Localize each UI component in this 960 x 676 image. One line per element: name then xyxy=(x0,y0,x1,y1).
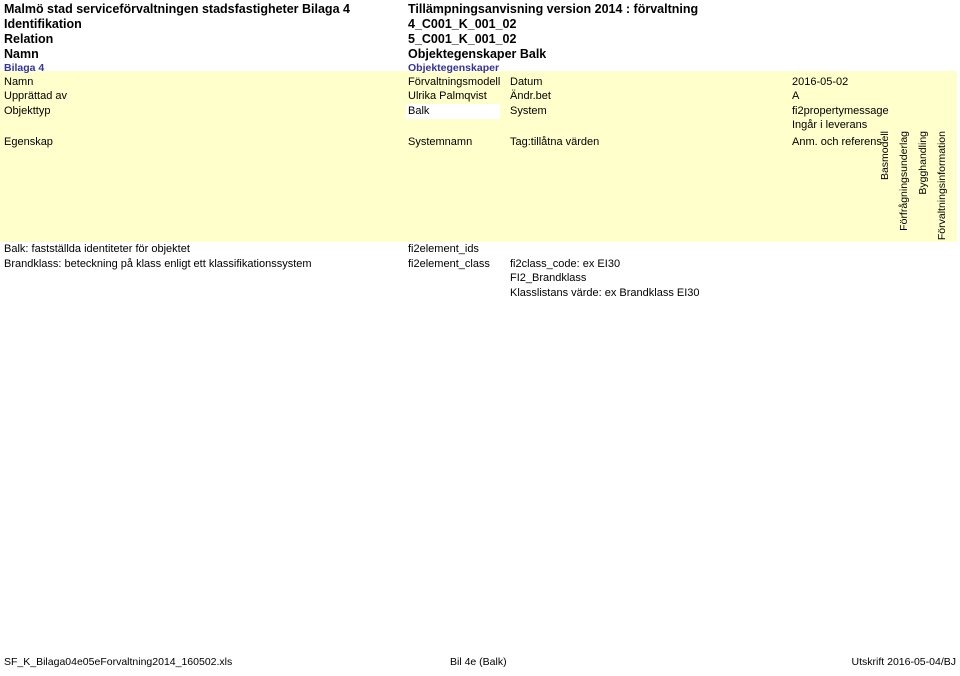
vertical-header-forfragningsunderlag: Förfrågningsunderlag xyxy=(898,131,910,231)
table-row: fi2element_class xyxy=(408,258,490,270)
subtitle-bilaga: Bilaga 4 xyxy=(4,62,45,74)
meta-label-objekttyp: Objekttyp xyxy=(4,105,51,117)
column-header-systemnamn: Systemnamn xyxy=(408,136,473,148)
meta-label-system: System xyxy=(510,105,547,117)
column-header-tag: Tag:tillåtna värden xyxy=(510,136,600,148)
meta-value-objekttyp[interactable]: Balk xyxy=(408,105,429,118)
table-row: fi2element_ids xyxy=(408,243,479,255)
footer-filename: SF_K_Bilaga04e05eForvaltning2014_160502.… xyxy=(4,656,233,668)
value-relation: 5_C001_K_001_02 xyxy=(408,32,517,46)
label-relation: Relation xyxy=(4,32,54,46)
value-namn: Objektegenskaper Balk xyxy=(408,47,547,61)
page-footer: SF_K_Bilaga04e05eForvaltning2014_160502.… xyxy=(0,656,960,672)
meta-label-datum: Datum xyxy=(510,76,543,88)
label-namn: Namn xyxy=(4,47,39,61)
meta-value-upprattad-av: Ulrika Palmqvist xyxy=(408,90,487,102)
column-header-anm: Anm. och referens xyxy=(792,136,882,148)
table-row: Klasslistans värde: ex Brandklass EI30 xyxy=(510,287,700,299)
page-title: Malmö stad serviceförvaltningen stadsfas… xyxy=(4,2,350,16)
meta-label-andr-bet: Ändr.bet xyxy=(510,90,551,102)
table-row: Balk: fastställda identiteter för objekt… xyxy=(4,243,190,255)
meta-label-namn: Namn xyxy=(4,76,34,88)
document-subject: Tillämpningsanvisning version 2014 : för… xyxy=(408,2,699,16)
table-row: Brandklass: beteckning på klass enligt e… xyxy=(4,258,312,270)
label-identifikation: Identifikation xyxy=(4,17,82,31)
table-row: FI2_Brandklass xyxy=(510,272,587,284)
meta-value-namn: Förvaltningsmodell xyxy=(408,76,501,88)
vertical-header-bygghandling: Bygghandling xyxy=(917,131,929,195)
header-fill-right xyxy=(404,71,957,242)
vertical-header-forvaltningsinformation: Förvaltningsinformation xyxy=(936,131,948,241)
meta-value-andr-bet: A xyxy=(792,90,800,102)
value-identifikation: 4_C001_K_001_02 xyxy=(408,17,517,31)
meta-value-system: fi2propertymessage xyxy=(792,105,889,117)
footer-printinfo: Utskrift 2016-05-04/BJ xyxy=(851,656,956,668)
meta-label-upprattad-av: Upprättad av xyxy=(4,90,67,102)
subtitle-objektegenskaper: Objektegenskaper xyxy=(408,62,500,74)
table-row: fi2class_code: ex EI30 xyxy=(510,258,621,270)
meta-value-datum: 2016-05-02 xyxy=(792,76,849,88)
vertical-header-basmodell: Basmodell xyxy=(879,131,891,181)
footer-sheetname: Bil 4e (Balk) xyxy=(450,656,507,668)
vertical-column-headers: Basmodell Förfrågningsunderlag Bygghandl… xyxy=(879,131,956,243)
column-header-egenskap: Egenskap xyxy=(4,136,53,148)
meta-delivery-note: Ingår i leverans xyxy=(792,119,868,131)
